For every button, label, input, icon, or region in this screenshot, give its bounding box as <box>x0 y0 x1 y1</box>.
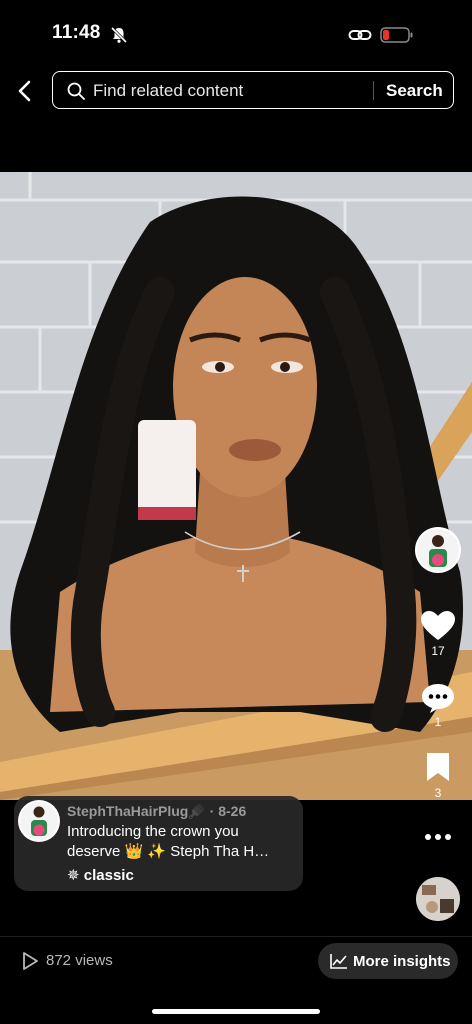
bottom-divider <box>0 936 472 937</box>
search-icon <box>67 82 85 100</box>
status-time: 11:48 <box>52 22 101 43</box>
search-divider <box>373 81 374 100</box>
bell-slash-icon <box>110 26 128 44</box>
save-count: 3 <box>434 786 442 800</box>
caption-text[interactable]: Introducing the crown you deserve 👑 ✨ St… <box>67 822 293 862</box>
bookmark-icon[interactable] <box>424 752 452 782</box>
heart-icon[interactable] <box>420 610 456 642</box>
music-tag[interactable]: ✵ classic <box>67 866 134 884</box>
search-button[interactable]: Search <box>386 81 443 101</box>
caption-card[interactable]: StephThaHairPlug🪮 · 8-26 Introducing the… <box>14 796 303 891</box>
caption-author-name[interactable]: StephThaHairPlug🪮 <box>67 803 206 819</box>
like-count: 17 <box>431 644 445 658</box>
avatar-image <box>417 529 459 571</box>
search-bar[interactable]: Find related content Search <box>52 71 454 109</box>
sound-disc[interactable] <box>416 877 460 921</box>
battery-low-icon <box>380 27 413 43</box>
more-insights-button[interactable]: More insights <box>318 943 458 979</box>
caption-author-line[interactable]: StephThaHairPlug🪮 · 8-26 <box>67 803 246 820</box>
video-frame-image <box>0 172 472 800</box>
views-count: 872 views <box>46 952 113 969</box>
sound-disc-image <box>416 877 460 921</box>
home-indicator[interactable] <box>152 1009 320 1014</box>
comment-icon[interactable] <box>420 682 456 714</box>
more-insights-label: More insights <box>353 953 451 970</box>
back-button[interactable] <box>14 78 36 104</box>
chart-trend-icon <box>330 954 347 969</box>
comment-count: 1 <box>434 715 442 729</box>
more-options-icon[interactable] <box>424 828 452 846</box>
play-icon <box>23 952 38 970</box>
video-player[interactable] <box>0 172 472 800</box>
author-avatar[interactable] <box>415 527 461 573</box>
avatar-image <box>20 802 58 840</box>
search-input[interactable]: Find related content <box>93 81 243 101</box>
sparkle-icon: ✵ <box>67 867 80 884</box>
caption-date: · 8-26 <box>209 803 247 819</box>
caption-author-avatar[interactable] <box>18 800 60 842</box>
link-icon <box>348 30 372 40</box>
music-name: classic <box>83 867 134 884</box>
